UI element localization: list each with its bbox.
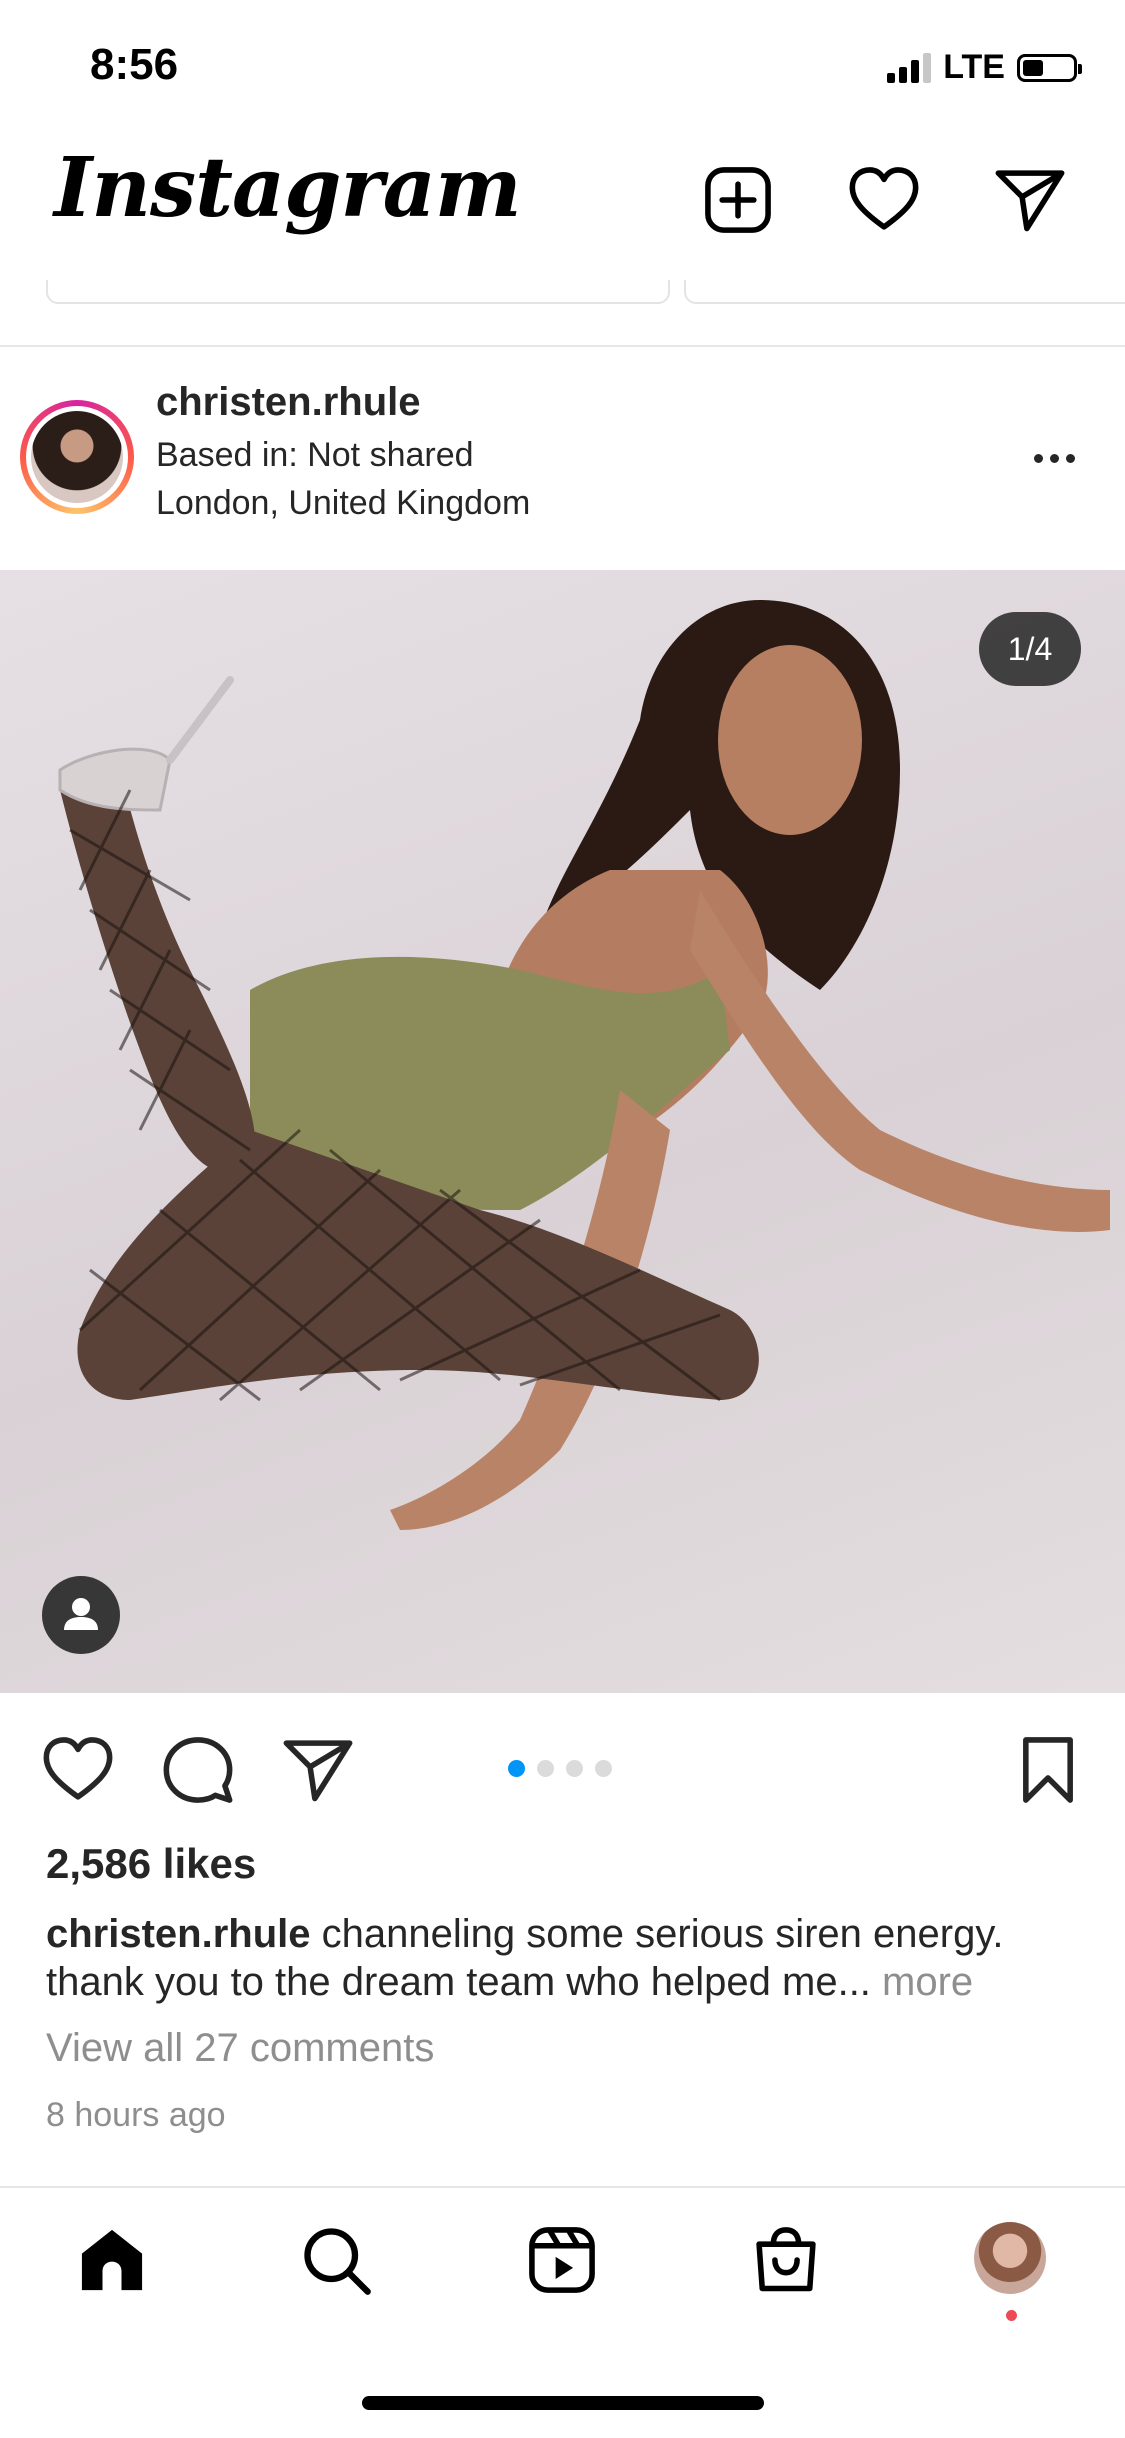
shop-icon[interactable] bbox=[748, 2222, 824, 2298]
reels-icon[interactable] bbox=[524, 2222, 600, 2298]
notification-dot bbox=[1006, 2310, 1017, 2321]
home-icon[interactable] bbox=[74, 2222, 150, 2298]
more-options-icon[interactable] bbox=[1034, 440, 1082, 476]
save-icon[interactable] bbox=[1010, 1732, 1086, 1808]
carousel-dot bbox=[595, 1760, 612, 1777]
image-counter: 1/4 bbox=[979, 612, 1081, 686]
signal-icon bbox=[887, 52, 932, 83]
post-avatar[interactable] bbox=[20, 400, 134, 514]
post-timestamp: 8 hours ago bbox=[46, 2096, 226, 2134]
stories-strip bbox=[0, 280, 1125, 347]
post-location-line1[interactable]: Based in: Not shared bbox=[156, 436, 474, 475]
status-indicators: LTE bbox=[887, 48, 1082, 87]
like-icon[interactable] bbox=[40, 1732, 116, 1808]
direct-message-icon[interactable] bbox=[992, 162, 1068, 238]
view-comments-link[interactable]: View all 27 comments bbox=[46, 2026, 434, 2071]
post-image[interactable] bbox=[0, 570, 1125, 1693]
likes-count[interactable]: 2,586 likes bbox=[46, 1840, 256, 1888]
status-time: 8:56 bbox=[90, 40, 179, 89]
network-type: LTE bbox=[943, 48, 1005, 86]
home-indicator[interactable] bbox=[362, 2396, 764, 2410]
carousel-dot bbox=[508, 1760, 525, 1777]
post-caption: christen.rhule channeling some serious s… bbox=[46, 1910, 1086, 2006]
comment-icon[interactable] bbox=[160, 1732, 236, 1808]
carousel-indicator bbox=[508, 1760, 612, 1777]
profile-avatar[interactable] bbox=[974, 2222, 1046, 2294]
post-username[interactable]: christen.rhule bbox=[156, 380, 421, 425]
instagram-logo[interactable]: Instagram bbox=[54, 140, 522, 236]
battery-icon bbox=[1017, 53, 1082, 82]
caption-more-link[interactable]: more bbox=[882, 1960, 973, 2004]
caption-username[interactable]: christen.rhule bbox=[46, 1912, 311, 1956]
search-icon[interactable] bbox=[298, 2222, 374, 2298]
new-post-icon[interactable] bbox=[700, 162, 776, 238]
story-card[interactable] bbox=[46, 280, 670, 304]
heart-icon[interactable] bbox=[846, 162, 922, 238]
person-icon bbox=[64, 1598, 98, 1630]
story-card[interactable] bbox=[684, 280, 1125, 304]
carousel-dot bbox=[566, 1760, 583, 1777]
tagged-users-button[interactable] bbox=[42, 1576, 120, 1654]
share-icon[interactable] bbox=[280, 1732, 356, 1808]
carousel-dot bbox=[537, 1760, 554, 1777]
post-location-line2[interactable]: London, United Kingdom bbox=[156, 484, 530, 523]
photo-illustration bbox=[58, 600, 1110, 1530]
